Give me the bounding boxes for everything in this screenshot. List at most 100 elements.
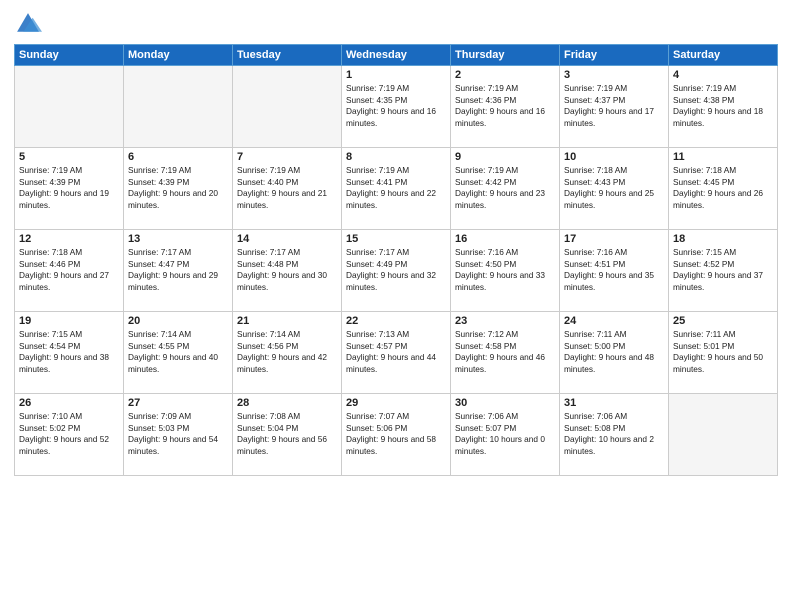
day-info: Sunrise: 7:19 AMSunset: 4:39 PMDaylight:… <box>19 165 119 211</box>
day-number: 28 <box>237 397 337 409</box>
day-info: Sunrise: 7:14 AMSunset: 4:55 PMDaylight:… <box>128 329 228 375</box>
day-info: Sunrise: 7:19 AMSunset: 4:39 PMDaylight:… <box>128 165 228 211</box>
day-number: 6 <box>128 151 228 163</box>
day-cell-20: 20Sunrise: 7:14 AMSunset: 4:55 PMDayligh… <box>124 312 233 394</box>
day-cell-8: 8 Sunrise: 7:19 AMSunset: 4:41 PMDaylight… <box>342 148 451 230</box>
day-number: 4 <box>673 69 773 81</box>
day-cell-28: 28 Sunrise: 7:08 AMSunset: 5:04 PMDayligh… <box>233 394 342 476</box>
day-number: 29 <box>346 397 446 409</box>
day-number: 21 <box>237 315 337 327</box>
day-number: 15 <box>346 233 446 245</box>
day-number: 26 <box>19 397 119 409</box>
day-cell-18: 18 Sunrise: 7:15 AMSunset: 4:52 PMDayligh… <box>669 230 778 312</box>
day-cell-25: 25 Sunrise: 7:11 AMSunset: 5:01 PMDayligh… <box>669 312 778 394</box>
day-cell-10: 10 Sunrise: 7:18 AMSunset: 4:43 PMDayligh… <box>560 148 669 230</box>
day-cell-19: 19 Sunrise: 7:15 AMSunset: 4:54 PMDayligh… <box>15 312 124 394</box>
day-number: 19 <box>19 315 119 327</box>
day-cell-26: 26 Sunrise: 7:10 AMSunset: 5:02 PMDayligh… <box>15 394 124 476</box>
calendar-table: SundayMondayTuesdayWednesdayThursdayFrid… <box>14 44 778 476</box>
day-cell-5: 5 Sunrise: 7:19 AMSunset: 4:39 PMDaylight… <box>15 148 124 230</box>
empty-cell <box>15 66 124 148</box>
day-cell-21: 21 Sunrise: 7:14 AMSunset: 4:56 PMDayligh… <box>233 312 342 394</box>
weekday-header-friday: Friday <box>560 45 669 66</box>
day-info: Sunrise: 7:17 AMSunset: 4:47 PMDaylight:… <box>128 247 228 293</box>
day-number: 23 <box>455 315 555 327</box>
day-number: 5 <box>19 151 119 163</box>
day-info: Sunrise: 7:08 AMSunset: 5:04 PMDaylight:… <box>237 411 337 457</box>
day-cell-22: 22 Sunrise: 7:13 AMSunset: 4:57 PMDayligh… <box>342 312 451 394</box>
day-info: Sunrise: 7:18 AMSunset: 4:43 PMDaylight:… <box>564 165 664 211</box>
weekday-header-thursday: Thursday <box>451 45 560 66</box>
day-info: Sunrise: 7:10 AMSunset: 5:02 PMDaylight:… <box>19 411 119 457</box>
day-number: 11 <box>673 151 773 163</box>
weekday-header-tuesday: Tuesday <box>233 45 342 66</box>
day-cell-31: 31 Sunrise: 7:06 AMSunset: 5:08 PMDayligh… <box>560 394 669 476</box>
day-info: Sunrise: 7:19 AMSunset: 4:41 PMDaylight:… <box>346 165 446 211</box>
weekday-header-monday: Monday <box>124 45 233 66</box>
day-info: Sunrise: 7:19 AMSunset: 4:35 PMDaylight:… <box>346 83 446 129</box>
day-cell-11: 11 Sunrise: 7:18 AMSunset: 4:45 PMDayligh… <box>669 148 778 230</box>
day-info: Sunrise: 7:06 AMSunset: 5:07 PMDaylight:… <box>455 411 555 457</box>
page: SundayMondayTuesdayWednesdayThursdayFrid… <box>0 0 792 612</box>
day-info: Sunrise: 7:19 AMSunset: 4:36 PMDaylight:… <box>455 83 555 129</box>
day-cell-15: 15 Sunrise: 7:17 AMSunset: 4:49 PMDayligh… <box>342 230 451 312</box>
day-info: Sunrise: 7:06 AMSunset: 5:08 PMDaylight:… <box>564 411 664 457</box>
day-number: 9 <box>455 151 555 163</box>
day-number: 25 <box>673 315 773 327</box>
day-info: Sunrise: 7:16 AMSunset: 4:50 PMDaylight:… <box>455 247 555 293</box>
day-number: 22 <box>346 315 446 327</box>
day-info: Sunrise: 7:07 AMSunset: 5:06 PMDaylight:… <box>346 411 446 457</box>
day-info: Sunrise: 7:11 AMSunset: 5:00 PMDaylight:… <box>564 329 664 375</box>
day-info: Sunrise: 7:11 AMSunset: 5:01 PMDaylight:… <box>673 329 773 375</box>
day-info: Sunrise: 7:19 AMSunset: 4:42 PMDaylight:… <box>455 165 555 211</box>
logo <box>14 10 44 38</box>
day-info: Sunrise: 7:15 AMSunset: 4:54 PMDaylight:… <box>19 329 119 375</box>
weekday-header-row: SundayMondayTuesdayWednesdayThursdayFrid… <box>15 45 778 66</box>
day-cell-30: 30 Sunrise: 7:06 AMSunset: 5:07 PMDayligh… <box>451 394 560 476</box>
day-cell-4: 4Sunrise: 7:19 AMSunset: 4:38 PMDaylight… <box>669 66 778 148</box>
day-number: 10 <box>564 151 664 163</box>
day-info: Sunrise: 7:09 AMSunset: 5:03 PMDaylight:… <box>128 411 228 457</box>
day-cell-14: 14Sunrise: 7:17 AMSunset: 4:48 PMDayligh… <box>233 230 342 312</box>
empty-cell <box>669 394 778 476</box>
day-cell-17: 17 Sunrise: 7:16 AMSunset: 4:51 PMDayligh… <box>560 230 669 312</box>
weekday-header-sunday: Sunday <box>15 45 124 66</box>
day-info: Sunrise: 7:15 AMSunset: 4:52 PMDaylight:… <box>673 247 773 293</box>
day-number: 30 <box>455 397 555 409</box>
day-cell-13: 13 Sunrise: 7:17 AMSunset: 4:47 PMDayligh… <box>124 230 233 312</box>
logo-icon <box>14 10 42 38</box>
day-cell-2: 2 Sunrise: 7:19 AMSunset: 4:36 PMDaylight… <box>451 66 560 148</box>
empty-cell <box>233 66 342 148</box>
day-info: Sunrise: 7:16 AMSunset: 4:51 PMDaylight:… <box>564 247 664 293</box>
day-number: 24 <box>564 315 664 327</box>
day-cell-1: 1 Sunrise: 7:19 AMSunset: 4:35 PMDaylight… <box>342 66 451 148</box>
day-cell-9: 9 Sunrise: 7:19 AMSunset: 4:42 PMDaylight… <box>451 148 560 230</box>
day-info: Sunrise: 7:19 AMSunset: 4:37 PMDaylight:… <box>564 83 664 129</box>
weekday-header-saturday: Saturday <box>669 45 778 66</box>
header <box>14 10 778 38</box>
day-cell-29: 29 Sunrise: 7:07 AMSunset: 5:06 PMDayligh… <box>342 394 451 476</box>
day-cell-24: 24 Sunrise: 7:11 AMSunset: 5:00 PMDayligh… <box>560 312 669 394</box>
day-number: 13 <box>128 233 228 245</box>
day-number: 3 <box>564 69 664 81</box>
week-row-2: 5 Sunrise: 7:19 AMSunset: 4:39 PMDaylight… <box>15 148 778 230</box>
day-number: 16 <box>455 233 555 245</box>
day-number: 1 <box>346 69 446 81</box>
week-row-3: 12Sunrise: 7:18 AMSunset: 4:46 PMDayligh… <box>15 230 778 312</box>
day-info: Sunrise: 7:19 AMSunset: 4:40 PMDaylight:… <box>237 165 337 211</box>
day-number: 17 <box>564 233 664 245</box>
day-number: 2 <box>455 69 555 81</box>
day-info: Sunrise: 7:13 AMSunset: 4:57 PMDaylight:… <box>346 329 446 375</box>
day-info: Sunrise: 7:18 AMSunset: 4:46 PMDaylight:… <box>19 247 119 293</box>
day-cell-6: 6 Sunrise: 7:19 AMSunset: 4:39 PMDaylight… <box>124 148 233 230</box>
day-cell-3: 3 Sunrise: 7:19 AMSunset: 4:37 PMDaylight… <box>560 66 669 148</box>
day-number: 8 <box>346 151 446 163</box>
day-info: Sunrise: 7:17 AMSunset: 4:49 PMDaylight:… <box>346 247 446 293</box>
day-number: 18 <box>673 233 773 245</box>
day-info: Sunrise: 7:14 AMSunset: 4:56 PMDaylight:… <box>237 329 337 375</box>
day-info: Sunrise: 7:18 AMSunset: 4:45 PMDaylight:… <box>673 165 773 211</box>
day-cell-23: 23 Sunrise: 7:12 AMSunset: 4:58 PMDayligh… <box>451 312 560 394</box>
day-info: Sunrise: 7:12 AMSunset: 4:58 PMDaylight:… <box>455 329 555 375</box>
day-number: 7 <box>237 151 337 163</box>
day-number: 31 <box>564 397 664 409</box>
